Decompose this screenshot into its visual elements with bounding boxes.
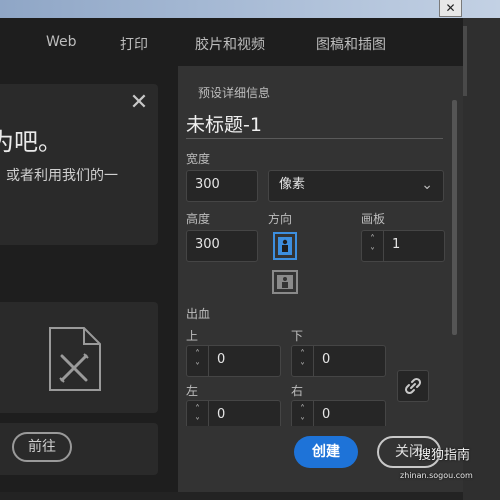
bottom-strip (0, 492, 463, 500)
bleed-bottom-stepper[interactable]: ˄ ˅ 0 (291, 345, 386, 377)
watermark-url: zhinan.sogou.com (400, 471, 473, 480)
bleed-bottom-label: 下 (291, 329, 304, 343)
landscape-orientation-icon[interactable] (272, 270, 298, 294)
link-icon (404, 377, 422, 395)
bleed-left-value: 0 (217, 407, 226, 422)
unit-select-value: 像素 (279, 177, 306, 192)
window-close-button[interactable]: ✕ (439, 0, 462, 17)
bleed-top-value: 0 (217, 352, 226, 367)
artboard-stepper[interactable]: ˄ ˅ 1 (361, 230, 445, 262)
create-button[interactable]: 创建 (294, 436, 358, 468)
welcome-text: ，或者利用我们的一 (0, 168, 118, 184)
orientation-label: 方向 (268, 212, 293, 226)
preset-details-header: 预设详细信息 (198, 86, 271, 100)
chevron-down-icon: ⌄ (421, 177, 433, 193)
bleed-label: 出血 (186, 307, 211, 321)
bleed-top-stepper[interactable]: ˄ ˅ 0 (186, 345, 281, 377)
window-titlebar (0, 0, 500, 18)
stepper-arrows-icon[interactable]: ˄ ˅ (362, 231, 384, 261)
watermark-text: 搜狗指南 (418, 448, 471, 463)
height-input[interactable]: 300 (186, 230, 258, 262)
tab-film-video[interactable]: 胶片和视频 (195, 34, 265, 54)
stepper-arrows-icon[interactable]: ˄ ˅ (187, 346, 209, 376)
background-area (463, 18, 500, 500)
goto-button[interactable]: 前往 (12, 432, 72, 462)
bleed-right-value: 0 (322, 407, 331, 422)
preset-tabbar: Web 打印 胶片和视频 图稿和插图 (0, 22, 463, 62)
height-label: 高度 (186, 212, 211, 226)
link-bleed-button[interactable] (397, 370, 429, 402)
document-title-input[interactable]: 未标题-1 (186, 112, 443, 139)
artboard-label: 画板 (361, 212, 386, 226)
details-scrollbar[interactable] (452, 100, 457, 335)
unit-select[interactable]: 像素 ⌄ (268, 170, 444, 202)
width-label: 宽度 (186, 152, 211, 166)
welcome-close-icon[interactable]: ✕ (128, 92, 150, 114)
bleed-bottom-value: 0 (322, 352, 331, 367)
tab-art-illustration[interactable]: 图稿和插图 (316, 34, 386, 54)
artboard-value: 1 (392, 237, 401, 252)
bleed-left-label: 左 (186, 384, 199, 398)
portrait-orientation-icon[interactable] (273, 232, 297, 260)
bleed-right-label: 右 (291, 384, 304, 398)
tab-print[interactable]: 打印 (120, 34, 148, 54)
stepper-arrows-icon[interactable]: ˄ ˅ (292, 346, 314, 376)
template-file-icon (49, 327, 101, 391)
width-input[interactable]: 300 (186, 170, 258, 202)
bleed-top-label: 上 (186, 329, 199, 343)
background-scrollbar[interactable] (463, 26, 467, 96)
welcome-heading: 为吧。 (0, 128, 62, 156)
tab-web[interactable]: Web (46, 34, 77, 50)
